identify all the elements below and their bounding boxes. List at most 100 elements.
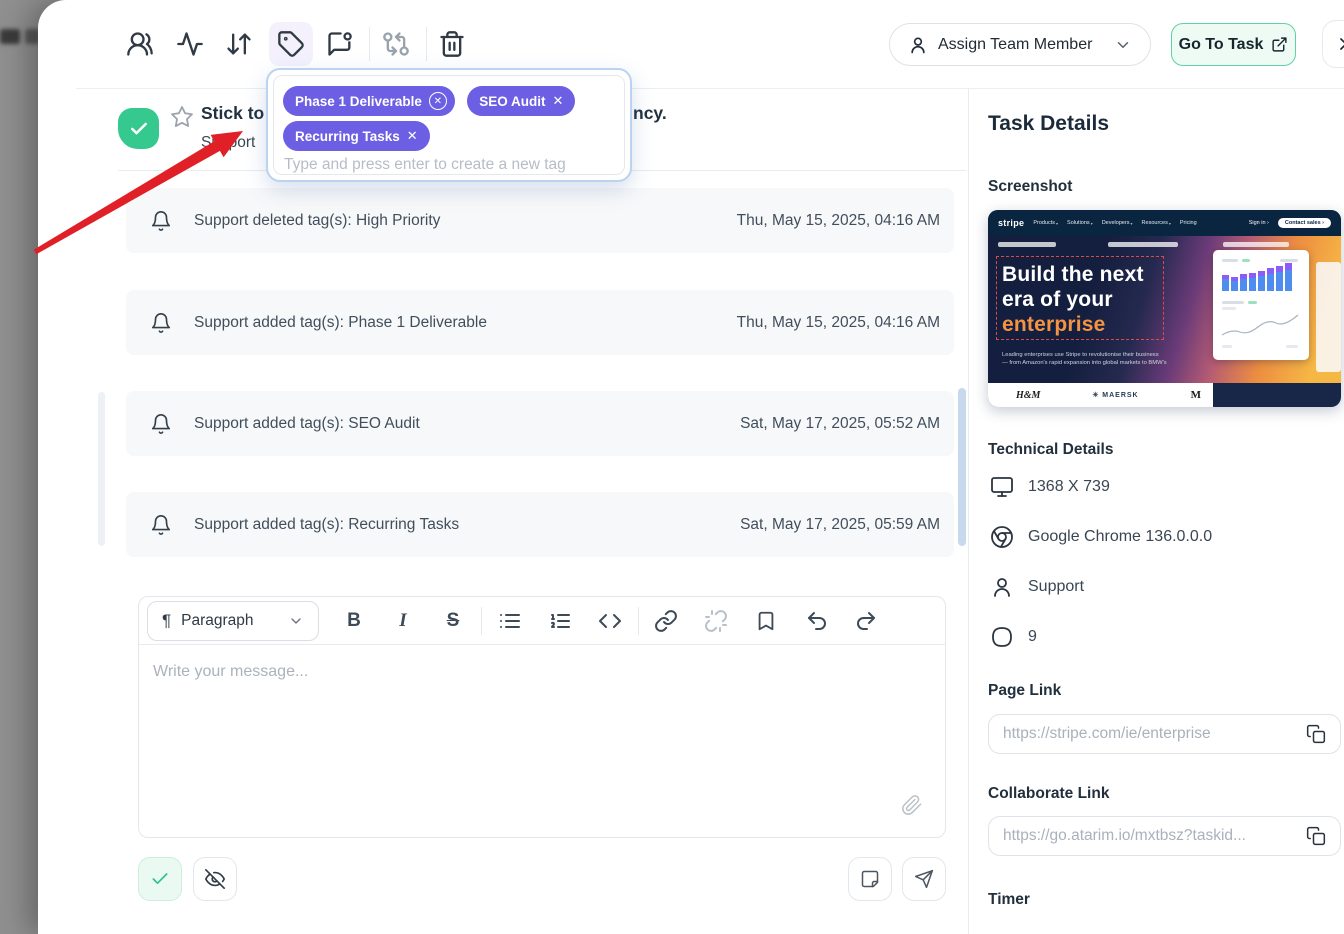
new-tag-input-placeholder[interactable]: Type and press enter to create a new tag	[284, 156, 566, 174]
copy-icon[interactable]	[1306, 826, 1326, 846]
caret-down-icon: ▾	[1056, 221, 1058, 226]
page-link-label: Page Link	[988, 682, 1061, 700]
code-button[interactable]	[596, 607, 624, 635]
collaborate-link-field[interactable]: https://go.atarim.io/mxtbsz?taskid...	[988, 816, 1341, 856]
eye-off-icon	[204, 868, 226, 890]
note-icon	[860, 869, 880, 889]
approve-button[interactable]	[138, 857, 182, 901]
activity-row: Support added tag(s): Recurring Tasks Sa…	[126, 492, 954, 557]
toolbar-divider	[638, 607, 639, 635]
bell-icon	[150, 210, 172, 232]
stripe-logo: stripe	[998, 218, 1024, 228]
tech-resolution-row: 1368 X 739	[990, 475, 1110, 499]
italic-button[interactable]: I	[389, 607, 417, 635]
bold-button[interactable]: B	[340, 607, 368, 635]
scrollbar-thumb[interactable]	[98, 392, 105, 546]
tech-count-row: 9	[990, 625, 1037, 649]
task-modal: Assign Team Member Go To Task Stick to n…	[38, 0, 1344, 934]
scrollbar-thumb[interactable]	[958, 388, 966, 546]
thumb-nav-item: Solutions	[1067, 220, 1090, 226]
go-to-task-button[interactable]: Go To Task	[1171, 23, 1296, 66]
thumbnail-hero-text: Build the next era of your enterprise	[1002, 262, 1144, 337]
collaborators-icon[interactable]	[126, 30, 154, 58]
thumb-nav-item: Resources	[1142, 220, 1168, 226]
sort-icon[interactable]	[225, 30, 253, 58]
strikethrough-button[interactable]: S	[439, 607, 467, 635]
marriott-logo: M	[1191, 389, 1201, 401]
check-icon	[129, 119, 149, 139]
send-button[interactable]	[902, 857, 946, 901]
caret-down-icon: ▾	[1131, 221, 1133, 226]
star-icon[interactable]	[170, 105, 194, 129]
hero-line: enterprise	[1002, 312, 1144, 337]
unlink-button[interactable]	[702, 607, 730, 635]
hero-line: era of your	[1002, 287, 1144, 312]
go-to-task-label: Go To Task	[1179, 36, 1264, 54]
screen: Assign Team Member Go To Task Stick to n…	[0, 0, 1344, 934]
trash-icon[interactable]	[438, 30, 466, 58]
send-icon	[914, 869, 934, 889]
activity-row: Support added tag(s): SEO Audit Sat, May…	[126, 391, 954, 456]
remove-tag-icon[interactable]: ✕	[553, 93, 564, 109]
mini-bar-chart	[1220, 257, 1302, 353]
user-icon	[908, 35, 928, 55]
activity-time: Thu, May 15, 2025, 04:16 AM	[737, 314, 940, 332]
assign-team-member-dropdown[interactable]: Assign Team Member	[889, 23, 1151, 66]
tag-input-container[interactable]: Phase 1 Deliverable ✕ SEO Audit ✕ Recurr…	[273, 75, 625, 175]
thumb-nav-item: Developers	[1102, 220, 1130, 226]
bell-icon	[150, 312, 172, 334]
tag-chip-label: Phase 1 Deliverable	[295, 94, 422, 109]
activity-text: Support added tag(s): Phase 1 Deliverabl…	[194, 314, 487, 332]
task-author[interactable]: Support	[201, 134, 255, 152]
activity-time: Sat, May 17, 2025, 05:52 AM	[740, 415, 940, 433]
undo-button[interactable]	[803, 607, 831, 635]
tag-chip: Recurring Tasks ✕	[283, 121, 430, 151]
close-button[interactable]	[1322, 20, 1344, 68]
ordered-list-button[interactable]	[546, 607, 574, 635]
external-link-icon	[1271, 36, 1288, 53]
sidebar-border	[968, 88, 969, 934]
copy-icon[interactable]	[1306, 724, 1326, 744]
thumbnail-dashboard-card	[1213, 250, 1309, 360]
tag-chip: Phase 1 Deliverable ✕	[283, 86, 455, 116]
remove-tag-icon[interactable]: ✕	[429, 92, 447, 110]
internal-note-button[interactable]	[848, 857, 892, 901]
bookmark-button[interactable]	[752, 607, 780, 635]
chevron-down-icon	[1114, 36, 1132, 54]
activity-icon[interactable]	[176, 30, 204, 58]
check-icon	[150, 869, 170, 889]
paragraph-style-dropdown[interactable]: ¶ Paragraph	[147, 601, 319, 641]
chevron-down-icon	[288, 613, 304, 629]
chrome-icon	[990, 525, 1014, 549]
collaborate-link-label: Collaborate Link	[988, 785, 1109, 803]
announcement-bar	[1108, 242, 1178, 247]
thumbnail-stripe-nav: stripe Products▾ Solutions▾ Developers▾ …	[988, 210, 1341, 236]
hero-line: Build the next	[1002, 262, 1144, 287]
task-status-avatar[interactable]	[118, 108, 159, 149]
screenshot-thumbnail[interactable]: stripe Products▾ Solutions▾ Developers▾ …	[988, 210, 1341, 407]
thumb-sign-in: Sign in ›	[1249, 220, 1269, 226]
paragraph-label: Paragraph	[181, 612, 253, 630]
redo-button[interactable]	[852, 607, 880, 635]
activity-time: Sat, May 17, 2025, 05:59 AM	[740, 516, 940, 534]
activity-row: Support added tag(s): Phase 1 Deliverabl…	[126, 290, 954, 355]
bullet-list-button[interactable]	[496, 607, 524, 635]
technical-details-label: Technical Details	[988, 441, 1113, 459]
hide-comment-button[interactable]	[193, 857, 237, 901]
tag-blob-icon	[990, 625, 1014, 649]
attachment-icon[interactable]	[901, 794, 923, 816]
thumbnail-tagline: Leading enterprises use Stripe to revolu…	[1002, 351, 1167, 367]
message-input[interactable]: Write your message...	[139, 645, 945, 838]
comment-status-icon[interactable]	[326, 30, 354, 58]
page-link-value: https://stripe.com/ie/enterprise	[1003, 725, 1211, 743]
compare-icon[interactable]	[382, 30, 410, 58]
tag-chip-label: Recurring Tasks	[295, 129, 400, 144]
page-link-field[interactable]: https://stripe.com/ie/enterprise	[988, 714, 1341, 754]
tag-editor-popup: Phase 1 Deliverable ✕ SEO Audit ✕ Recurr…	[266, 68, 632, 182]
tech-browser-row: Google Chrome 136.0.0.0	[990, 525, 1212, 549]
remove-tag-icon[interactable]: ✕	[407, 128, 418, 144]
link-button[interactable]	[652, 607, 680, 635]
tags-button-active[interactable]	[269, 22, 313, 66]
toolbar-divider	[369, 27, 370, 61]
tech-user-row: Support	[990, 575, 1084, 599]
